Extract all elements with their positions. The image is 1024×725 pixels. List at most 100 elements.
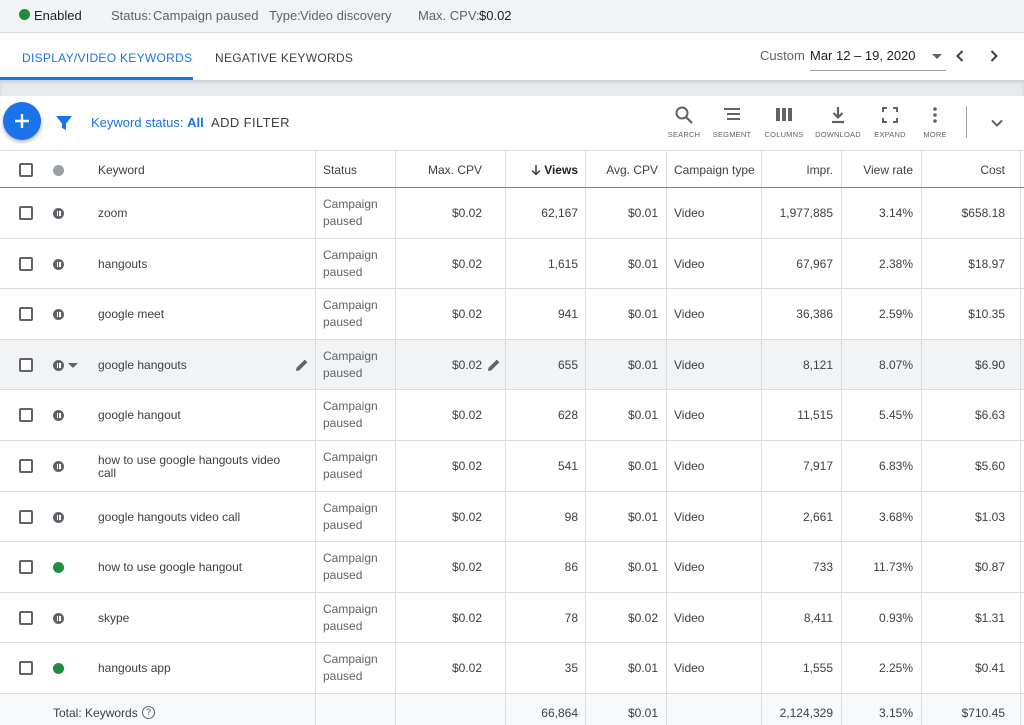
filter-icon[interactable] bbox=[55, 114, 73, 132]
tabs-bar: DISPLAY/VIDEO KEYWORDS NEGATIVE KEYWORDS… bbox=[0, 34, 1024, 80]
max-cpv-label: Max. CPV: bbox=[418, 8, 480, 23]
status-dot-header-icon bbox=[53, 165, 64, 176]
table-row: how to use google hangouts video call Camp… bbox=[0, 441, 1024, 492]
cost-value: $1.31 bbox=[974, 610, 1005, 625]
cost-value: $18.97 bbox=[968, 256, 1005, 271]
keyword-text[interactable]: hangouts bbox=[98, 257, 147, 271]
keyword-text[interactable]: skype bbox=[98, 611, 129, 625]
enabled-status-icon bbox=[53, 562, 64, 574]
columns-tool-label: COLUMNS bbox=[764, 130, 804, 139]
download-tool-button[interactable]: DOWNLOAD bbox=[812, 105, 864, 145]
campaign-type-value: Video bbox=[674, 408, 705, 423]
row-checkbox[interactable] bbox=[19, 610, 33, 625]
views-value: 1,615 bbox=[547, 256, 578, 271]
row-checkbox[interactable] bbox=[19, 256, 33, 271]
keyword-text[interactable]: hangouts app bbox=[98, 661, 171, 675]
max-cpv-value[interactable]: $0.02 bbox=[396, 257, 482, 271]
paused-status-icon bbox=[53, 410, 64, 422]
column-divider bbox=[315, 643, 316, 693]
chevron-left-icon[interactable] bbox=[950, 46, 970, 66]
search-tool-button[interactable]: SEARCH bbox=[658, 105, 710, 145]
views-value: 35 bbox=[564, 661, 578, 676]
paused-status-icon bbox=[53, 309, 64, 321]
date-range-select[interactable]: Mar 12 – 19, 2020 bbox=[810, 41, 946, 71]
chevron-down-icon[interactable] bbox=[988, 114, 1006, 132]
max-cpv-value[interactable]: $0.02 bbox=[396, 307, 482, 321]
max-cpv-value[interactable]: $0.02 bbox=[396, 560, 482, 574]
col-campaign-type[interactable]: Campaign type bbox=[674, 163, 755, 177]
edit-keyword-pencil-icon[interactable] bbox=[294, 357, 310, 376]
table-row: skype Campaign paused $0.02 78 $0.02 Video 8,41… bbox=[0, 592, 1024, 644]
column-divider bbox=[1020, 694, 1021, 725]
col-views[interactable]: Views bbox=[540, 163, 578, 177]
max-cpv-value: $0.02 bbox=[479, 8, 512, 23]
impr-value: 1,555 bbox=[802, 661, 833, 676]
paused-status-icon bbox=[53, 208, 64, 219]
row-checkbox[interactable] bbox=[19, 459, 33, 473]
cost-value: $0.87 bbox=[974, 560, 1005, 575]
max-cpv-value[interactable]: $0.02 bbox=[396, 358, 482, 372]
max-cpv-value[interactable]: $0.02 bbox=[396, 408, 482, 422]
row-checkbox[interactable] bbox=[19, 357, 33, 372]
column-divider bbox=[315, 694, 316, 725]
col-max-cpv[interactable]: Max. CPV bbox=[396, 163, 482, 177]
campaign-type-value: Video bbox=[674, 206, 705, 220]
impr-value: 11,515 bbox=[797, 408, 833, 423]
views-value: 86 bbox=[564, 560, 578, 575]
edit-max-cpv-pencil-icon[interactable] bbox=[486, 357, 502, 376]
keyword-text[interactable]: zoom bbox=[98, 206, 127, 220]
keyword-text[interactable]: how to use google hangouts video bbox=[98, 453, 280, 467]
keyword-text[interactable]: google meet bbox=[98, 307, 164, 321]
max-cpv-value[interactable]: $0.02 bbox=[396, 510, 482, 524]
cost-value: $6.63 bbox=[974, 408, 1005, 423]
keyword-text[interactable]: call bbox=[98, 466, 116, 480]
column-divider bbox=[666, 390, 667, 440]
col-view-rate[interactable]: View rate bbox=[842, 163, 913, 177]
col-impr[interactable]: Impr. bbox=[762, 163, 833, 177]
status-dropdown-caret-icon[interactable] bbox=[68, 362, 78, 368]
avg-cpv-value: $0.01 bbox=[627, 206, 658, 220]
col-cost[interactable]: Cost bbox=[922, 163, 1005, 177]
status-text: Campaign bbox=[323, 298, 378, 313]
keyword-status-filter[interactable]: Keyword status: All bbox=[91, 115, 204, 130]
row-checkbox[interactable] bbox=[19, 408, 33, 423]
col-avg-cpv[interactable]: Avg. CPV bbox=[586, 163, 658, 177]
avg-cpv-value: $0.01 bbox=[627, 459, 658, 473]
max-cpv-value[interactable]: $0.02 bbox=[396, 206, 482, 220]
row-checkbox[interactable] bbox=[19, 560, 33, 575]
segment-tool-button[interactable]: SEGMENT bbox=[706, 105, 758, 145]
select-all-checkbox[interactable] bbox=[19, 163, 33, 177]
total-cost: $710.45 bbox=[961, 706, 1005, 720]
chevron-right-icon[interactable] bbox=[984, 46, 1004, 66]
add-filter-button[interactable]: ADD FILTER bbox=[211, 115, 290, 130]
help-icon[interactable]: ? bbox=[142, 706, 155, 719]
col-status[interactable]: Status bbox=[323, 163, 357, 177]
keyword-status-value: All bbox=[187, 115, 204, 130]
row-checkbox[interactable] bbox=[19, 661, 33, 676]
view-rate-value: 11.73% bbox=[873, 560, 913, 575]
max-cpv-value[interactable]: $0.02 bbox=[396, 611, 482, 625]
row-checkbox[interactable] bbox=[19, 509, 33, 524]
keyword-text[interactable]: google hangouts video call bbox=[98, 510, 240, 524]
column-divider bbox=[666, 289, 667, 339]
add-keyword-button[interactable] bbox=[3, 102, 41, 140]
tab-negative-keywords[interactable]: NEGATIVE KEYWORDS bbox=[215, 51, 353, 65]
keyword-text[interactable]: how to use google hangout bbox=[98, 560, 242, 574]
tab-display-video-keywords[interactable]: DISPLAY/VIDEO KEYWORDS bbox=[22, 51, 192, 65]
paused-status-icon bbox=[53, 359, 64, 371]
max-cpv-value[interactable]: $0.02 bbox=[396, 459, 482, 473]
total-row: Total: Keywords? 66,864 $0.01 2,124,329 3.15… bbox=[0, 694, 1024, 725]
impr-value: 36,386 bbox=[796, 307, 833, 322]
keyword-text[interactable]: google hangout bbox=[98, 408, 181, 422]
col-keyword[interactable]: Keyword bbox=[98, 163, 145, 177]
max-cpv-value[interactable]: $0.02 bbox=[396, 661, 482, 675]
row-checkbox[interactable] bbox=[19, 307, 33, 322]
columns-tool-button[interactable]: COLUMNS bbox=[758, 105, 810, 145]
column-divider bbox=[666, 151, 667, 187]
toolbar-divider bbox=[966, 106, 967, 138]
impr-value: 8,121 bbox=[802, 357, 833, 372]
row-checkbox[interactable] bbox=[19, 206, 33, 220]
more-tool-button[interactable]: MORE bbox=[909, 105, 961, 145]
keyword-text[interactable]: google hangouts bbox=[98, 358, 187, 372]
cost-value: $5.60 bbox=[974, 459, 1005, 473]
